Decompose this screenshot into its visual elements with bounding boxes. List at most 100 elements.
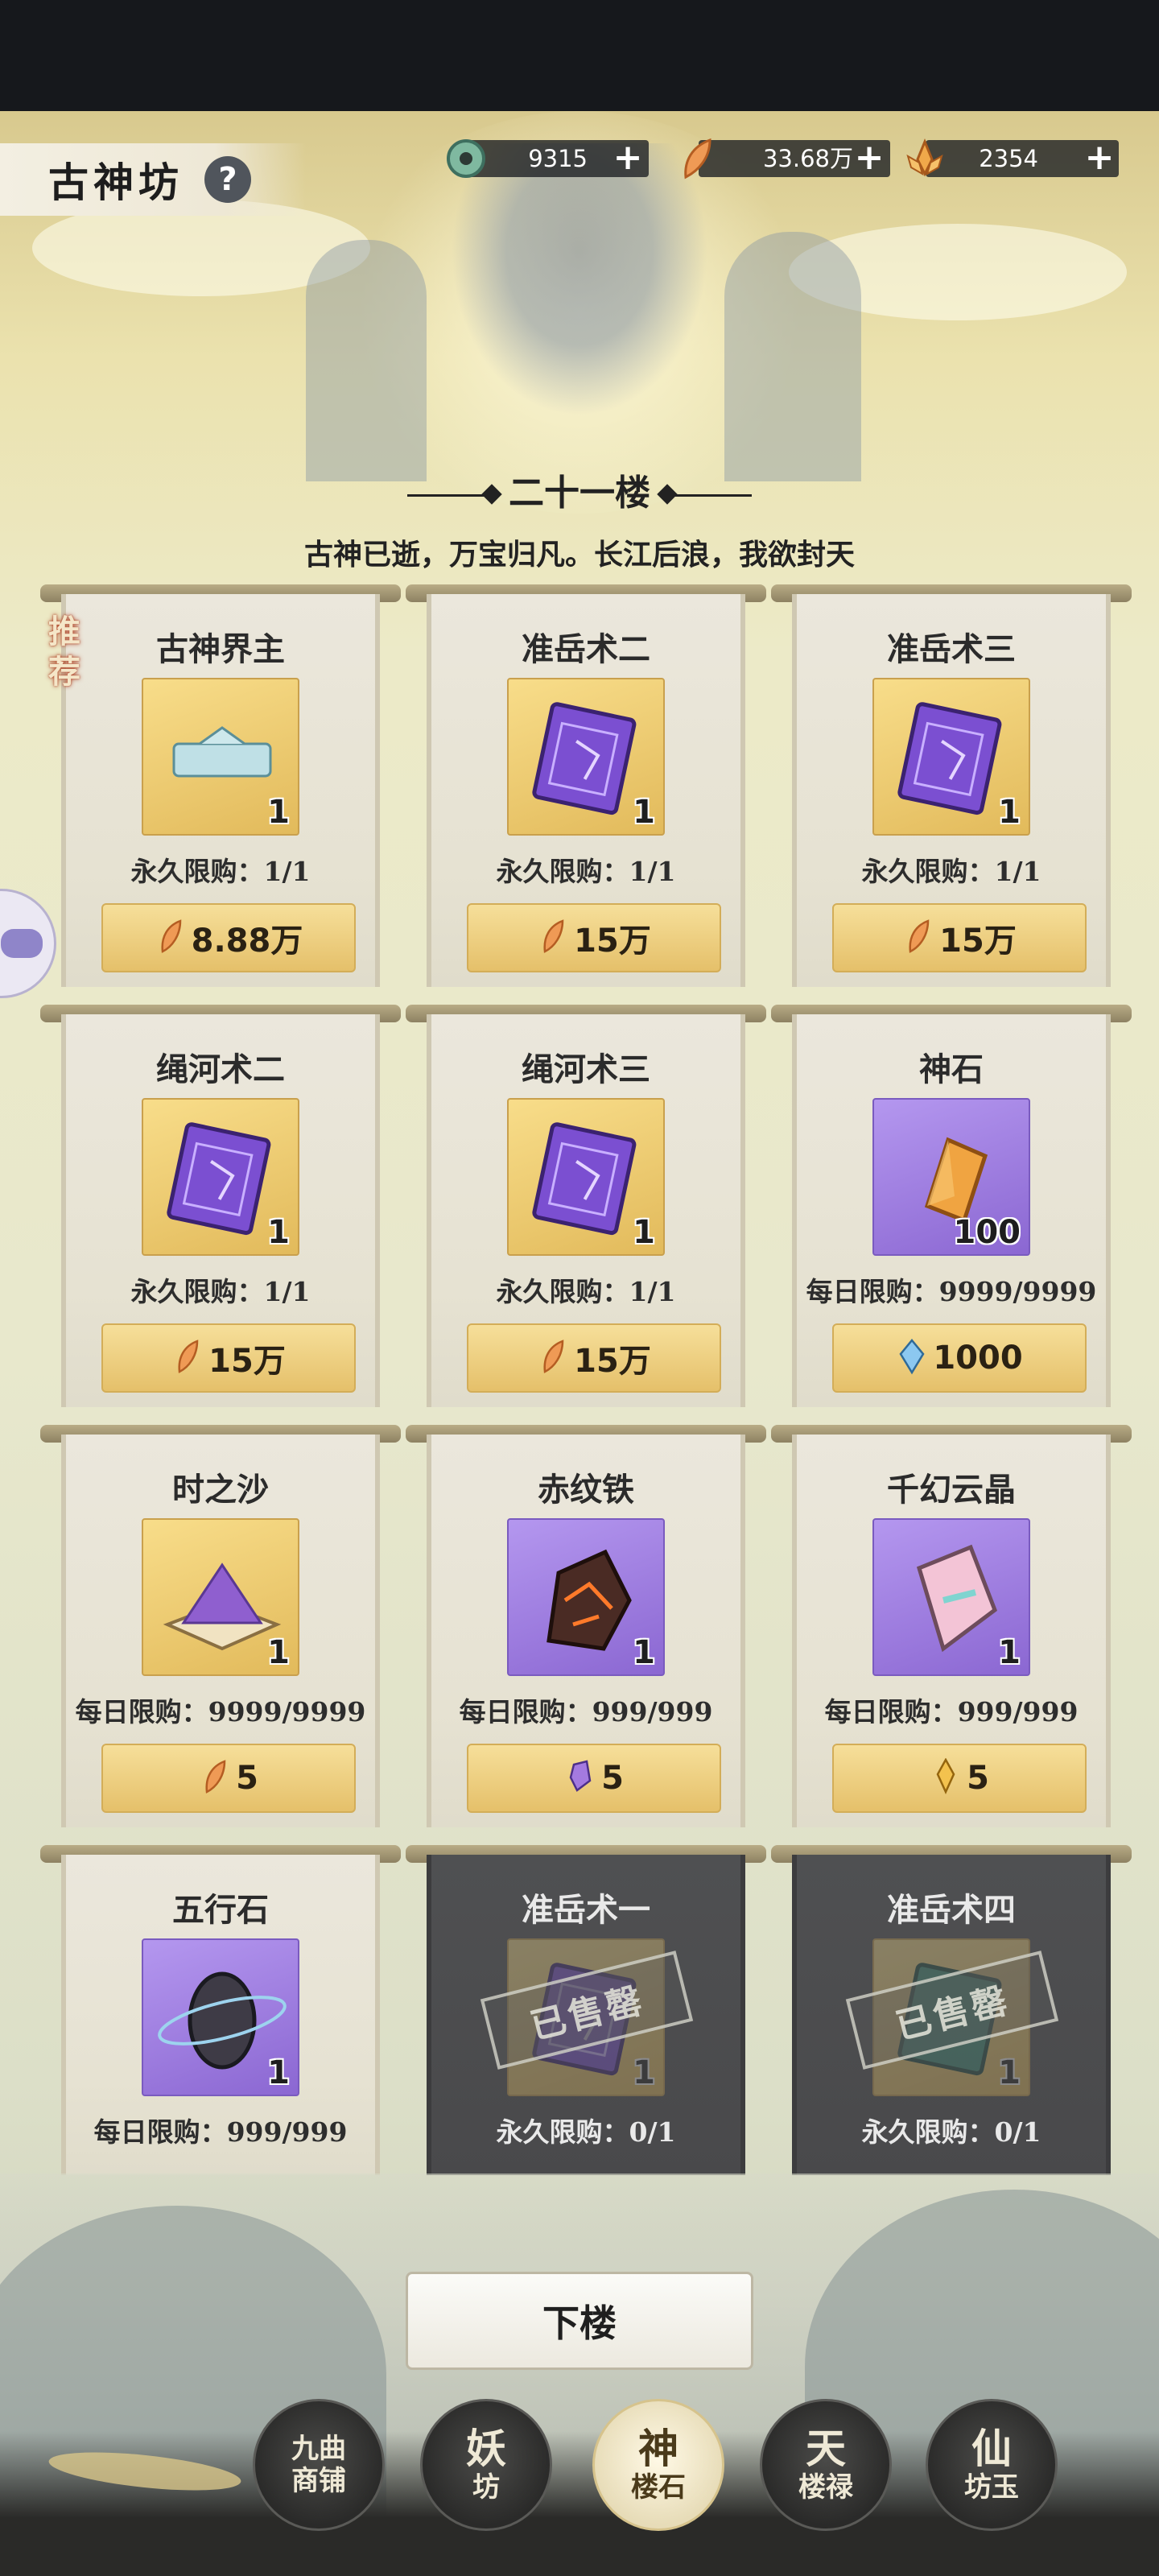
help-icon[interactable]: ? [204,156,251,203]
buy-button[interactable]: 5 [832,1744,1087,1813]
gamepad-icon [1,929,43,958]
item-quantity: 1 [633,794,655,831]
ancient-god-statue [451,143,708,417]
shop-item[interactable]: 绳河术三 1 永久限购：1/1 15万 [406,1005,766,1407]
shop-item[interactable]: 绳河术二 1 永久限购：1/1 15万 [40,1005,401,1407]
purchase-limit: 永久限购：0/1 [861,2116,1041,2148]
item-name: 准岳术三 [887,630,1016,668]
item-name: 神石 [919,1051,984,1088]
item-name: 准岳术四 [887,1891,1016,1929]
buy-button[interactable]: 15万 [101,1323,356,1393]
price-value: 15万 [939,923,1017,960]
feather-icon [537,918,569,958]
item-slot[interactable]: 1 [872,1518,1030,1676]
buy-button[interactable]: 1000 [832,1323,1087,1393]
currency-feather-add-button[interactable]: + [853,140,885,175]
item-slot[interactable]: 1 [142,1098,299,1256]
item-quantity: 1 [633,2054,655,2091]
purchase-limit: 永久限购：1/1 [861,856,1041,887]
price-value: 15万 [208,1343,286,1380]
item-quantity: 1 [267,794,290,831]
floor-title: 二十一楼 [0,464,1159,515]
jade-coin-icon [447,139,485,178]
item-name: 千幻云晶 [887,1471,1016,1509]
feather-icon [537,1338,569,1378]
buy-button[interactable]: 15万 [467,1323,721,1393]
feather-icon [199,1758,231,1798]
item-slot[interactable]: 1 [872,678,1030,836]
item-quantity: 1 [998,794,1021,831]
nav-tab-2[interactable]: 神楼石 [592,2399,724,2531]
item-name: 绳河术三 [522,1051,650,1088]
shop-item[interactable]: 千幻云晶 1 每日限购：999/999 5 [771,1425,1132,1827]
item-name: 准岳术一 [522,1891,650,1929]
item-slot[interactable]: 100 [872,1098,1030,1256]
shop-item-sold-out[interactable]: 准岳术一 1 已售罄 永久限购：0/1 [406,1845,766,2175]
nav-tab-label-line1: 仙 [971,2425,1012,2472]
purchase-limit: 每日限购：999/999 [824,1696,1079,1728]
item-quantity: 100 [953,1214,1021,1251]
shop-item[interactable]: 准岳术二 1 永久限购：1/1 15万 [406,584,766,987]
nav-tab-label-line2: 坊 [472,2471,500,2504]
item-slot[interactable]: 1 [142,1518,299,1676]
item-name: 古神界主 [156,630,285,668]
buy-button[interactable]: 5 [101,1744,356,1813]
item-slot[interactable]: 1 [507,1098,665,1256]
purchase-limit: 每日限购：999/999 [459,1696,713,1728]
item-name: 赤纹铁 [538,1471,634,1509]
item-slot[interactable]: 1 [142,678,299,836]
item-name: 五行石 [172,1891,269,1929]
shop-item[interactable]: 五行石 1 每日限购：999/999 [40,1845,401,2175]
purchase-limit: 永久限购：0/1 [496,2116,676,2148]
buy-button[interactable]: 15万 [467,903,721,972]
item-quantity: 1 [267,1214,290,1251]
shop-item-sold-out[interactable]: 准岳术四 1 已售罄 永久限购：0/1 [771,1845,1132,2175]
price-value: 5 [601,1760,624,1797]
currency-jade: 9315 + [443,139,649,178]
item-slot[interactable]: 1 [142,1938,299,2096]
shop-item[interactable]: 准岳术三 1 永久限购：1/1 15万 [771,584,1132,987]
item-name: 绳河术二 [156,1051,285,1088]
buy-button[interactable]: 8.88万 [101,903,356,972]
item-quantity: 1 [998,2054,1021,2091]
item-name: 准岳术二 [522,630,650,668]
feather-icon [684,138,711,180]
page-title: 古神坊 [48,159,184,206]
top-status-area [0,0,1159,111]
recommend-badge: 推荐 [48,613,80,691]
lotus-crystal-icon [906,138,943,177]
nav-tab-0[interactable]: 九曲 商铺 [253,2399,385,2531]
nav-tab-3[interactable]: 天楼禄 [760,2399,892,2531]
shop-item[interactable]: 时之沙 1 每日限购：9999/9999 5 [40,1425,401,1827]
nav-tab-label-line2: 楼禄 [798,2471,853,2504]
page-title-bar: 古神坊 ? [0,143,306,216]
shop-item[interactable]: 神石 100 每日限购：9999/9999 1000 [771,1005,1132,1407]
price-value: 1000 [933,1340,1023,1377]
price-value: 5 [967,1760,989,1797]
currency-lotus-add-button[interactable]: + [1083,140,1116,175]
nav-tab-label-line2: 商铺 [291,2465,346,2497]
purple-shard-icon [564,1758,596,1798]
nav-tab-4[interactable]: 仙坊玉 [926,2399,1058,2531]
currency-jade-value: 9315 [528,145,588,172]
nav-tab-1[interactable]: 妖坊 [420,2399,552,2531]
currency-feather-value: 33.68万 [762,145,853,172]
feather-icon [902,918,934,958]
item-name: 时之沙 [172,1471,269,1509]
currency-jade-add-button[interactable]: + [612,140,644,175]
nav-tab-label-line2: 坊玉 [964,2471,1019,2504]
price-value: 8.88万 [191,923,303,960]
shop-item[interactable]: 赤纹铁 1 每日限购：999/999 5 [406,1425,766,1827]
price-value: 15万 [574,1343,651,1380]
purchase-limit: 每日限购：9999/9999 [75,1696,366,1728]
blue-crystal-icon [896,1338,928,1378]
item-slot[interactable]: 1 [507,1518,665,1676]
nav-tab-label-line2: 楼石 [631,2471,686,2504]
item-quantity: 1 [633,1214,655,1251]
buy-button[interactable]: 15万 [832,903,1087,972]
shop-item[interactable]: 古神界主 1 永久限购：1/1 8.88万 [40,584,401,987]
purchase-limit: 永久限购：1/1 [496,1276,676,1307]
go-downstairs-button[interactable]: 下楼 [406,2272,753,2370]
item-slot[interactable]: 1 [507,678,665,836]
buy-button[interactable]: 5 [467,1744,721,1813]
